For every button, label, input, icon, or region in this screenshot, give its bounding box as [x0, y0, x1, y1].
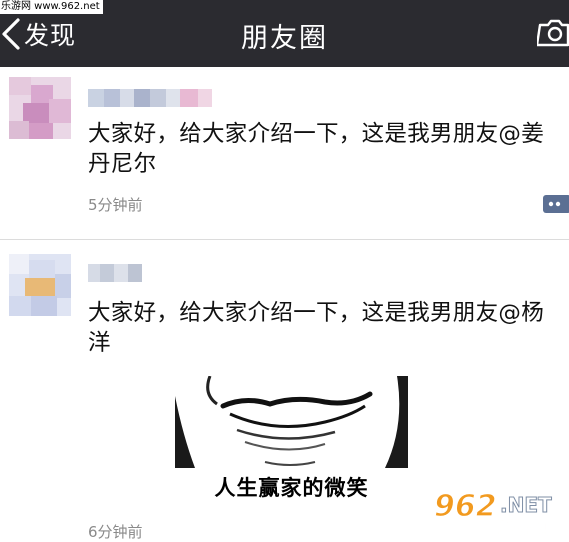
comment-button-icon[interactable] — [541, 191, 569, 217]
svg-text:乐游网: 乐游网 — [498, 518, 549, 539]
watermark-text: 乐游网 www.962.net — [0, 0, 103, 14]
meme-face-image — [175, 376, 408, 468]
camera-icon[interactable] — [537, 17, 569, 47]
nickname-blurred[interactable] — [88, 264, 142, 282]
avatar[interactable] — [9, 77, 71, 139]
svg-text:.NET: .NET — [500, 493, 552, 517]
avatar[interactable] — [9, 254, 71, 316]
post-time: 5分钟前 — [88, 196, 143, 214]
page-title: 朋友圈 — [241, 23, 328, 54]
nickname-blurred[interactable] — [88, 89, 212, 107]
meme-caption: 人生赢家的微笑 — [214, 476, 369, 500]
post-time: 6分钟前 — [88, 523, 143, 541]
post-text: 大家好，给大家介绍一下，这是我男朋友@杨洋 — [88, 300, 545, 356]
svg-text:962: 962 — [434, 489, 497, 524]
watermark-logo: 962 .NET 乐游网 — [433, 488, 552, 539]
moment-post: 大家好，给大家介绍一下，这是我男朋友@姜丹尼尔 5分钟前 — [0, 67, 569, 240]
post-text: 大家好，给大家介绍一下，这是我男朋友@姜丹尼尔 — [88, 121, 545, 177]
post-image[interactable]: 人生赢家的微笑 — [175, 376, 408, 506]
